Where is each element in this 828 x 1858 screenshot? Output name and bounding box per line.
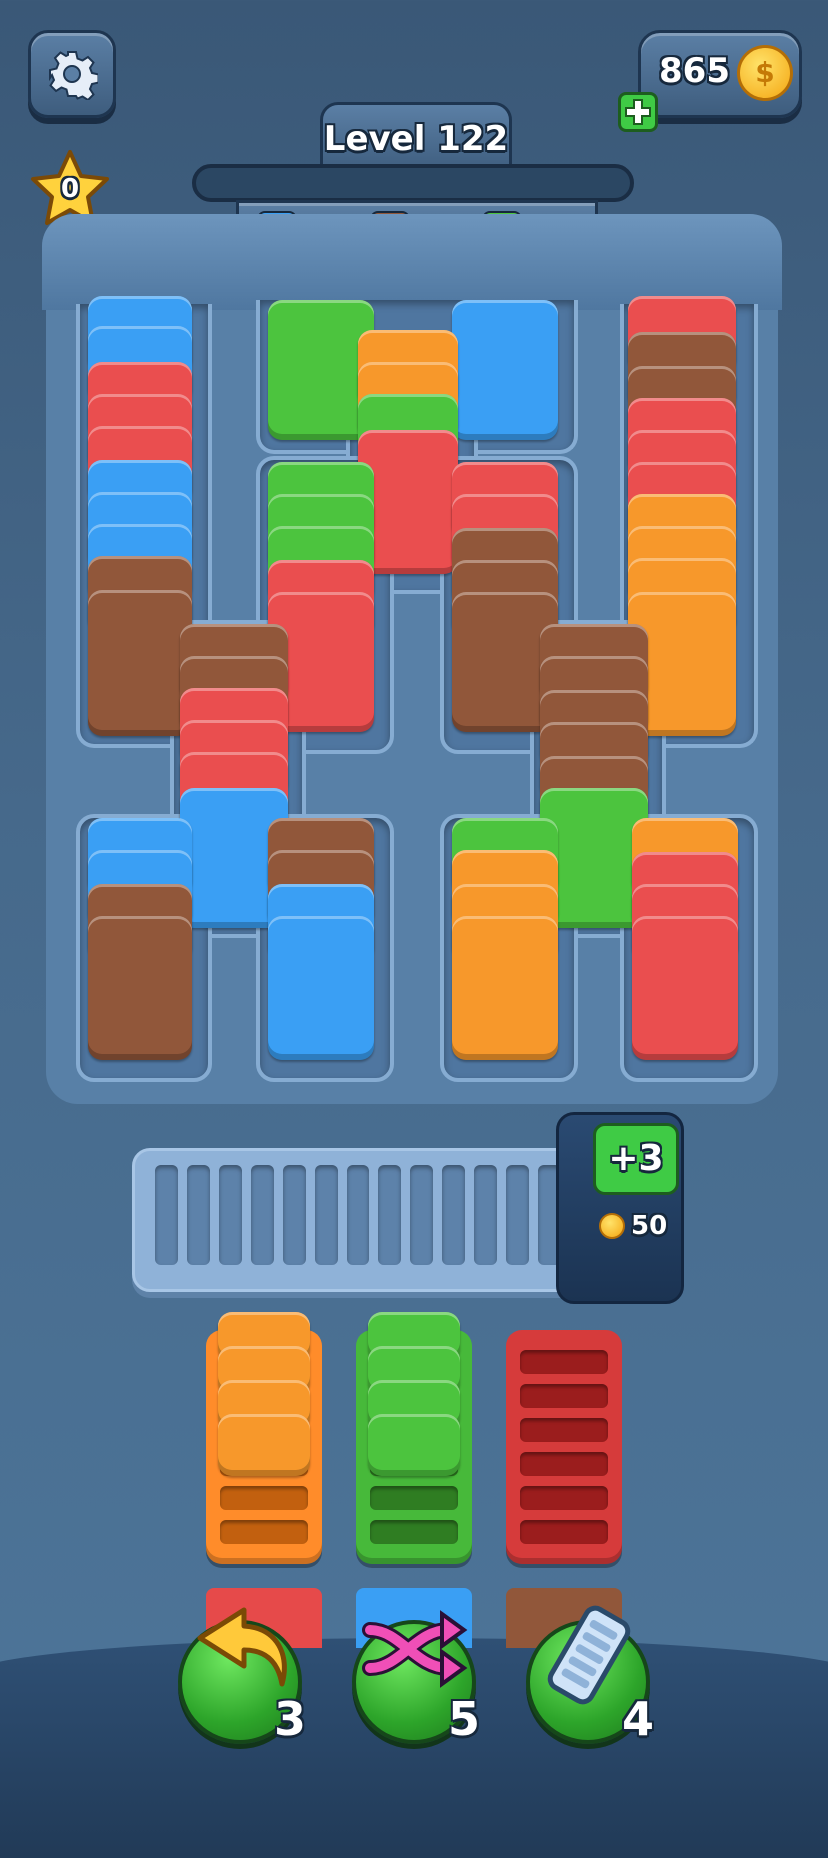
- empty-slot: [474, 1165, 498, 1265]
- coin-counter: 865 $: [638, 30, 802, 118]
- collector-red[interactable]: [506, 1330, 622, 1564]
- booster-add-tray-button[interactable]: 4: [526, 1605, 654, 1746]
- collector-slot: [520, 1520, 608, 1544]
- tile-brown[interactable]: [88, 916, 192, 1060]
- empty-slot: [282, 1165, 306, 1265]
- settings-button[interactable]: [28, 30, 116, 118]
- collector-slot: [370, 1520, 458, 1544]
- empty-slot: [506, 1165, 530, 1265]
- empty-slot: [218, 1165, 242, 1265]
- collector-slot: [520, 1350, 608, 1374]
- slots-price: 50: [631, 1211, 668, 1241]
- small-coin-icon: [599, 1213, 625, 1239]
- tile-blue[interactable]: [268, 916, 374, 1060]
- add-coins-button[interactable]: [618, 92, 658, 132]
- collected-tile-green: [368, 1414, 460, 1476]
- collector-slot: [520, 1384, 608, 1408]
- collector-slot: [520, 1486, 608, 1510]
- collector-slot: [370, 1486, 458, 1510]
- empty-slot: [442, 1165, 466, 1265]
- collector-slot: [220, 1486, 308, 1510]
- collected-tile-orange: [218, 1414, 310, 1476]
- holding-slots-bar[interactable]: [132, 1148, 584, 1292]
- shuffle-icon: [360, 1600, 470, 1700]
- empty-slot: [378, 1165, 402, 1265]
- empty-slot: [410, 1165, 434, 1265]
- gear-icon: [49, 51, 98, 100]
- collector-slot: [220, 1520, 308, 1544]
- booster-add-tray-count: 4: [621, 1692, 654, 1746]
- coin-amount: 865: [659, 51, 730, 91]
- booster-undo-button[interactable]: 3: [178, 1607, 306, 1746]
- coin-icon: $: [737, 45, 793, 101]
- tile-blue[interactable]: [452, 300, 558, 440]
- star-count: 0: [60, 174, 80, 204]
- plus-slots-badge: +3: [593, 1123, 679, 1195]
- empty-slot: [186, 1165, 210, 1265]
- buy-slots-button[interactable]: +3 50: [556, 1112, 684, 1304]
- empty-slot: [155, 1165, 178, 1265]
- level-title: Level 122: [323, 119, 509, 159]
- plus-icon: [625, 99, 651, 125]
- undo-arrow-icon: [186, 1600, 296, 1700]
- booster-shuffle-button[interactable]: 5: [352, 1610, 480, 1746]
- tile-red[interactable]: [632, 916, 738, 1060]
- booster-undo-count: 3: [273, 1692, 306, 1746]
- collector-slot: [520, 1452, 608, 1476]
- empty-slot: [314, 1165, 338, 1265]
- empty-slot: [346, 1165, 370, 1265]
- plus-slots-label: +3: [608, 1138, 664, 1179]
- tile-brown[interactable]: [88, 590, 192, 736]
- level-progress-bar: [192, 164, 634, 202]
- tile-orange[interactable]: [452, 916, 558, 1060]
- collector-slot: [520, 1418, 608, 1442]
- empty-slot: [250, 1165, 274, 1265]
- booster-shuffle-count: 5: [447, 1692, 480, 1746]
